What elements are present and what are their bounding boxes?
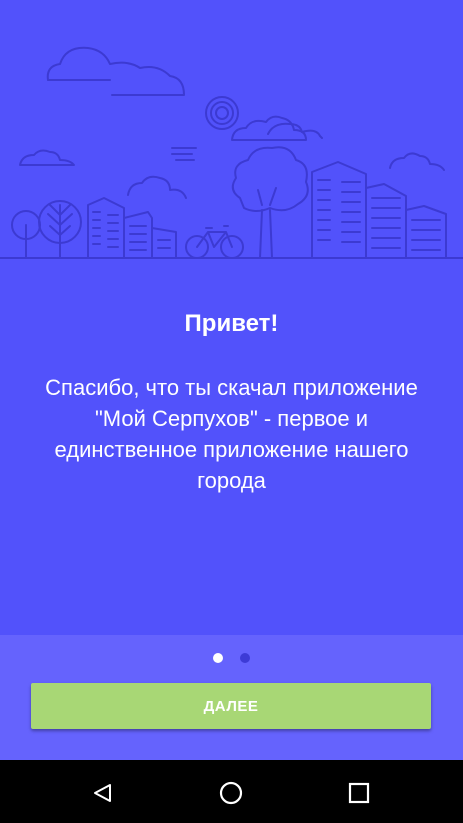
back-button[interactable] <box>82 773 122 813</box>
page-indicator <box>0 653 463 665</box>
home-button[interactable] <box>211 773 251 813</box>
navigation-bar <box>0 760 463 823</box>
onboarding-slide: Привет! Спасибо, что ты скачал приложени… <box>0 0 463 635</box>
onboarding-screen: Привет! Спасибо, что ты скачал приложени… <box>0 0 463 823</box>
next-button[interactable]: ДАЛЕЕ <box>31 683 431 729</box>
back-icon <box>94 784 111 802</box>
page-dot[interactable] <box>240 653 250 663</box>
home-icon <box>219 781 243 805</box>
recent-apps-button[interactable] <box>339 773 379 813</box>
greeting-title: Привет! <box>184 310 279 337</box>
page-dot-active[interactable] <box>213 653 223 663</box>
welcome-message: Спасибо, что ты скачал приложение "Мой С… <box>45 375 418 493</box>
city-skyline-illustration <box>0 46 463 259</box>
recent-apps-icon <box>348 782 370 804</box>
onboarding-footer: ДАЛЕЕ <box>0 635 463 760</box>
